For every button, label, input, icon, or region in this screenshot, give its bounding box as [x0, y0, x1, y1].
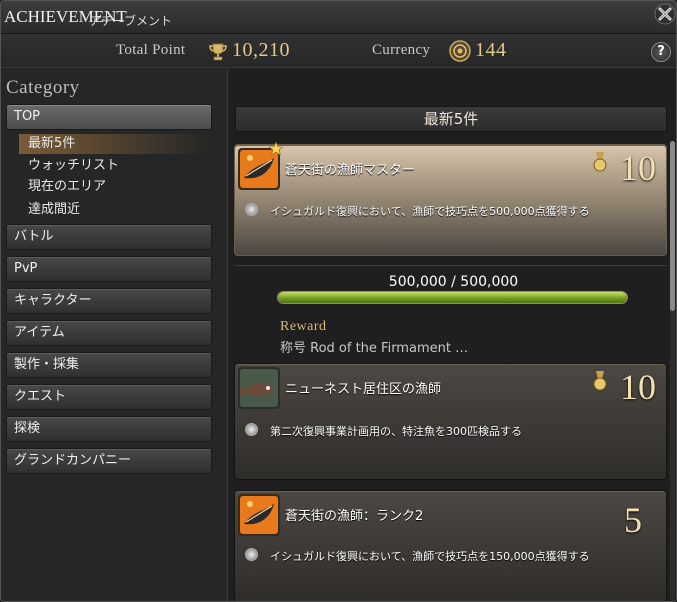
- scrollbar[interactable]: [670, 141, 675, 601]
- sub-item-current-area[interactable]: 現在のエリア: [19, 177, 209, 197]
- achievement-title: 蒼天街の漁師マスター: [285, 163, 416, 178]
- achievement-title: 蒼天街の漁師：ランク2: [285, 509, 424, 524]
- sub-item-watchlist[interactable]: ウォッチリスト: [19, 156, 209, 176]
- achievement-card[interactable]: ニューネスト居住区の漁師 10 第二次復興事業計画用の、特注魚を300匹検品する: [234, 363, 667, 480]
- category-battle-button[interactable]: バトル: [6, 224, 212, 250]
- category-top-button[interactable]: TOP: [6, 104, 212, 130]
- sub-item-nearly-complete[interactable]: 達成間近: [19, 200, 209, 220]
- star-icon: [269, 142, 283, 156]
- trophy-icon: [208, 42, 228, 62]
- total-point-value: 10,210: [232, 39, 290, 61]
- category-pvp-button[interactable]: PvP: [6, 256, 212, 282]
- list-header: 最新5件: [235, 106, 667, 132]
- expand-toggle-icon[interactable]: [245, 423, 258, 436]
- progress-fill: [278, 292, 627, 303]
- achievement-points: 5: [624, 500, 642, 540]
- currency-coin-icon: [449, 40, 471, 62]
- category-item-button[interactable]: アイテム: [6, 320, 212, 346]
- total-point-label: Total Point: [116, 42, 186, 58]
- category-grand-company-button[interactable]: グランドカンパニー: [6, 448, 212, 474]
- achievement-title: ニューネスト居住区の漁師: [285, 382, 442, 397]
- category-character-button[interactable]: キャラクター: [6, 288, 212, 314]
- points-bar: Total Point 10,210 Currency 144 ?: [1, 34, 676, 68]
- title-bar[interactable]: ACHIEVEMENT アチーブメント: [1, 1, 676, 34]
- currency-value: 144: [475, 39, 507, 61]
- category-crafting-button[interactable]: 製作・採集: [6, 352, 212, 378]
- window-subtitle: アチーブメント: [89, 14, 173, 28]
- achievement-points: 10: [620, 367, 656, 407]
- expand-toggle-icon[interactable]: [245, 548, 258, 561]
- fishing-achievement-icon: [238, 494, 280, 536]
- achievement-description: イシュガルド復興において、漁師で技巧点を150,000点獲得する: [270, 550, 590, 563]
- category-sidebar: Category TOP 最新5件 ウォッチリスト 現在のエリア 達成間近 バト…: [1, 69, 228, 601]
- category-title: Category: [6, 77, 80, 98]
- achievement-description: イシュガルド復興において、漁師で技巧点を500,000点獲得する: [270, 205, 590, 218]
- currency-label: Currency: [372, 42, 431, 58]
- category-quest-button[interactable]: クエスト: [6, 384, 212, 410]
- scrollbar-thumb[interactable]: [670, 141, 675, 311]
- progress-text: 500,000 / 500,000: [388, 274, 519, 290]
- fish-achievement-icon: [238, 367, 280, 409]
- expand-toggle-icon[interactable]: [245, 203, 258, 216]
- achievement-card[interactable]: 蒼天街の漁師：ランク2 5 イシュガルド復興において、漁師で技巧点を150,00…: [234, 490, 667, 601]
- reward-label: Reward: [280, 319, 327, 334]
- achievement-points: 10: [620, 148, 656, 188]
- achievement-card[interactable]: 蒼天街の漁師マスター 10 イシュガルド復興において、漁師で技巧点を500,00…: [234, 142, 667, 256]
- achievement-window: ACHIEVEMENT アチーブメント Total Point 10,210 C…: [0, 0, 677, 602]
- close-icon[interactable]: [653, 2, 676, 26]
- category-exploration-button[interactable]: 探検: [6, 416, 212, 442]
- reward-value[interactable]: 称号 Rod of the Firmament …: [280, 337, 468, 356]
- achievement-list-panel: 最新5件 蒼天街の漁師マスター 10 イシュガルド復興において、漁師で技巧点を5…: [229, 69, 676, 601]
- medal-icon: [593, 152, 607, 172]
- sub-item-latest[interactable]: 最新5件: [19, 134, 209, 154]
- achievement-description: 第二次復興事業計画用の、特注魚を300匹検品する: [270, 425, 522, 438]
- divider: [235, 265, 667, 266]
- progress-bar: [277, 291, 628, 304]
- help-button[interactable]: ?: [651, 42, 671, 62]
- medal-icon: [593, 371, 607, 391]
